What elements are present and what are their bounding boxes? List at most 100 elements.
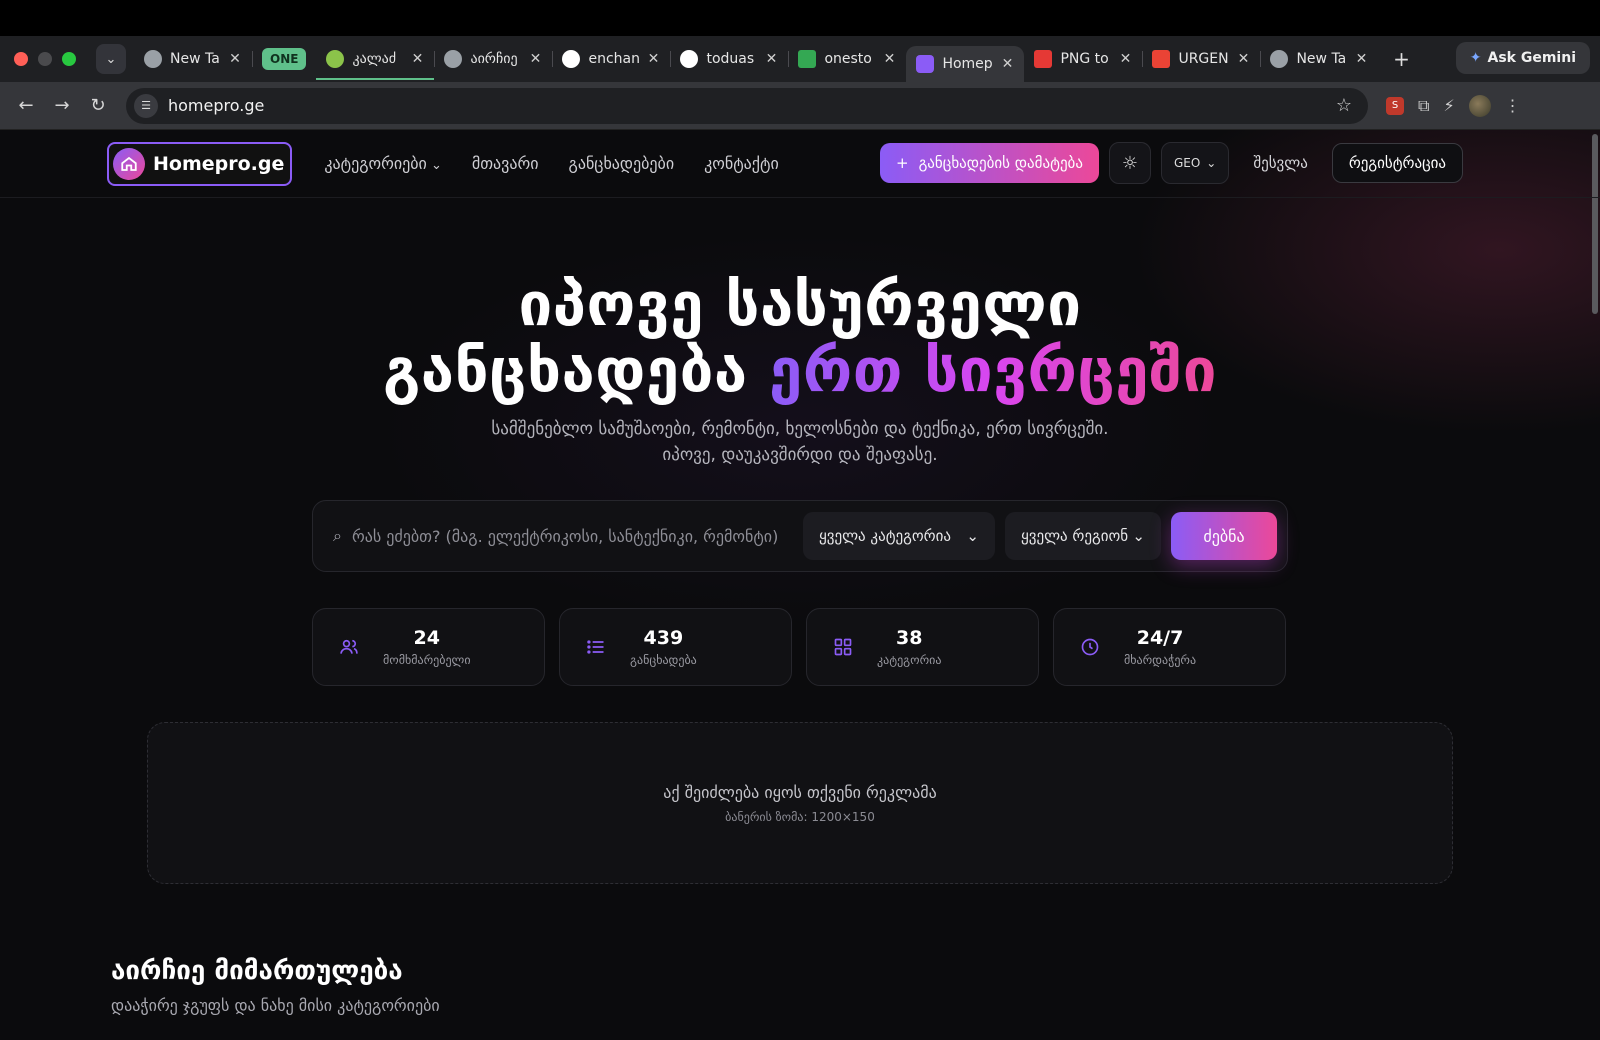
globe-icon	[444, 50, 463, 68]
language-select[interactable]: GEO ⌄	[1160, 142, 1230, 184]
close-tab-icon[interactable]: ✕	[762, 51, 780, 67]
close-tab-icon[interactable]: ✕	[408, 51, 426, 67]
browser-tabstrip: ⌄ New Ta ✕ ONE კალაძ ✕ აირჩიე ✕ enchan ✕ tod…	[0, 36, 1600, 82]
category-select[interactable]: ყველა კატეგორია ⌄	[803, 512, 995, 560]
reload-button[interactable]: ↻	[80, 95, 116, 116]
github-icon	[680, 50, 699, 68]
header-actions: + განცხადების დამატება ☼ GEO ⌄ შესვლა რეგი…	[880, 142, 1464, 184]
nav-contact[interactable]: კონტაქტი	[704, 154, 779, 173]
close-tab-icon[interactable]: ✕	[1116, 51, 1134, 67]
close-tab-icon[interactable]: ✕	[880, 51, 898, 67]
window-controls	[14, 52, 76, 66]
extensions-area: S ⧉ ⚡ ⋮	[1386, 94, 1521, 117]
home-icon	[113, 147, 145, 180]
search-input[interactable]	[351, 516, 793, 556]
close-tab-icon[interactable]: ✕	[998, 56, 1016, 72]
section-title: აირჩიე მიმართულება	[111, 956, 403, 986]
chrome-icon	[144, 50, 162, 68]
chrome-icon	[1270, 50, 1289, 68]
browser-tab[interactable]: New Ta ✕	[1260, 41, 1378, 77]
list-icon	[586, 637, 606, 657]
ask-gemini-button[interactable]: ✦ Ask Gemini	[1455, 42, 1590, 74]
back-button[interactable]: ←	[8, 95, 44, 116]
search-button[interactable]: ძებნა	[1171, 512, 1277, 560]
close-window-button[interactable]	[14, 52, 28, 66]
browser-tab[interactable]: enchan ✕	[552, 41, 672, 77]
chevron-down-icon: ⌄	[1132, 527, 1145, 545]
site-settings-icon[interactable]: ☰	[134, 93, 158, 118]
globe-icon	[326, 50, 345, 68]
close-tab-icon[interactable]: ✕	[1234, 51, 1252, 67]
register-button[interactable]: რეგისტრაცია	[1331, 143, 1464, 183]
close-tab-icon[interactable]: ✕	[1352, 51, 1370, 67]
close-tab-icon[interactable]: ✕	[644, 51, 662, 67]
browser-tab[interactable]: PNG to ✕	[1024, 41, 1144, 77]
pdf-icon	[1034, 50, 1053, 68]
close-tab-icon[interactable]: ✕	[226, 51, 244, 67]
browser-tab[interactable]: toduas ✕	[670, 41, 790, 77]
chevron-down-icon: ⌄	[966, 527, 979, 545]
profile-avatar[interactable]	[1468, 94, 1491, 117]
clock-icon	[1080, 637, 1100, 657]
web-page: Homepro.ge კატეგორიები მთავარი განცხადებ…	[0, 130, 1600, 1040]
stat-card: 24/7 მხარდაჭერა	[1053, 608, 1286, 686]
plus-icon: +	[896, 154, 909, 172]
nav-categories[interactable]: კატეგორიები	[324, 154, 442, 173]
add-listing-button[interactable]: + განცხადების დამატება	[880, 143, 1099, 183]
bookmark-star-icon[interactable]: ☆	[1336, 95, 1352, 116]
nav-listings[interactable]: განცხადებები	[569, 154, 675, 173]
extension-icon[interactable]: S	[1386, 96, 1404, 115]
site-logo[interactable]: Homepro.ge	[107, 141, 293, 186]
url-text[interactable]: homepro.ge	[168, 96, 1336, 115]
grid-icon	[833, 637, 853, 657]
more-menu-icon[interactable]: ⋮	[1505, 96, 1521, 115]
login-link[interactable]: შესვლა	[1253, 154, 1308, 172]
browser-tab-active[interactable]: Homep ✕	[906, 46, 1025, 82]
browser-tab[interactable]: onesto ✕	[788, 41, 906, 77]
browser-tab[interactable]: კალაძ ✕	[316, 41, 436, 80]
stat-card: 38 კატეგორია	[806, 608, 1039, 686]
chevron-down-icon: ⌄	[1206, 156, 1217, 170]
arrow-left-icon: ←	[18, 95, 34, 116]
hero: იპოვე სასურველი განცხადება ერთ სივრცეში …	[0, 272, 1600, 884]
stat-card: 439 განცხადება	[559, 608, 792, 686]
theme-toggle-button[interactable]: ☼	[1108, 142, 1151, 184]
performance-icon[interactable]: ⚡	[1443, 96, 1454, 115]
tab-group-label[interactable]: ONE	[262, 48, 307, 70]
arrow-right-icon: →	[54, 95, 70, 116]
reload-icon: ↻	[90, 95, 106, 116]
os-menubar	[0, 0, 1600, 36]
new-tab-button[interactable]: +	[1386, 47, 1416, 71]
section-subtitle: დააჭირე ჯგუფს და ნახე მისი კატეგორიები	[111, 996, 440, 1015]
users-icon	[339, 637, 359, 657]
stats-row: 24 მომხმარებელი 439 განცხადება 38 კატეგორია…	[312, 608, 1288, 686]
address-bar[interactable]: ☰ homepro.ge ☆	[126, 87, 1368, 124]
minimize-window-button[interactable]	[38, 52, 52, 66]
sheets-icon	[798, 50, 817, 68]
site-header: Homepro.ge კატეგორიები მთავარი განცხადებ…	[0, 130, 1600, 198]
sparkle-icon: ✦	[1469, 50, 1482, 66]
chevron-down-icon: ⌄	[105, 51, 117, 67]
gmail-icon	[1152, 50, 1171, 68]
search-icon: ⌕	[333, 526, 342, 545]
sun-icon: ☼	[1121, 152, 1139, 174]
forward-button[interactable]: →	[44, 95, 80, 116]
ad-banner-placeholder[interactable]: აქ შეიძლება იყოს თქვენი რეკლამა ბანერის …	[147, 722, 1453, 884]
tab-search-button[interactable]: ⌄	[96, 44, 126, 74]
tab-list: New Ta ✕ ONE კალაძ ✕ აირჩიე ✕ enchan ✕ todua…	[134, 36, 1416, 82]
puzzle-icon[interactable]: ⧉	[1418, 96, 1429, 116]
homepro-icon	[916, 55, 935, 73]
hero-subtitle: სამშენებლო სამუშაოები, რემონტი, ხელოსნებ…	[491, 419, 1109, 465]
browser-tab[interactable]: URGEN ✕	[1142, 41, 1262, 77]
maximize-window-button[interactable]	[62, 52, 76, 66]
region-select[interactable]: ყველა რეგიონ ⌄	[1005, 512, 1161, 560]
stat-card: 24 მომხმარებელი	[312, 608, 545, 686]
close-tab-icon[interactable]: ✕	[526, 51, 544, 67]
directions-section: აირჩიე მიმართულება დააჭირე ჯგუფს და ნახე…	[111, 956, 1600, 1015]
nav-home[interactable]: მთავარი	[472, 154, 539, 173]
browser-tab[interactable]: აირჩიე ✕	[434, 41, 554, 77]
spotify-icon	[562, 50, 581, 68]
search-bar: ⌕ ყველა კატეგორია⌄ ყველა რეგიონ⌄ ძებნა	[312, 500, 1288, 572]
main-nav: კატეგორიები მთავარი განცხადებები კონტაქტ…	[324, 154, 778, 173]
browser-tab[interactable]: New Ta ✕	[134, 41, 253, 77]
